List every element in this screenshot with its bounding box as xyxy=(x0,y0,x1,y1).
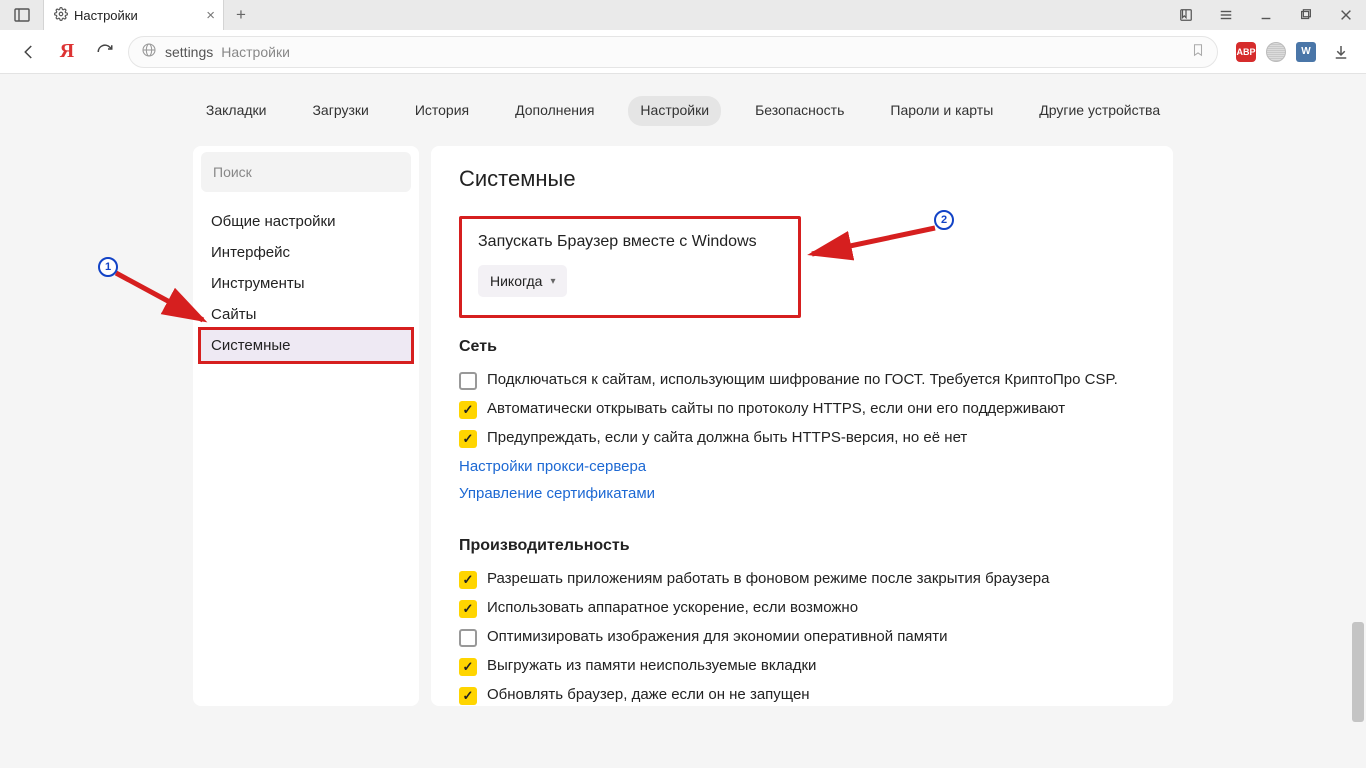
sidebar-item-interface[interactable]: Интерфейс xyxy=(201,237,411,268)
settings-sidebar: Поиск Общие настройки Интерфейс Инструме… xyxy=(193,146,419,706)
browser-toolbar: Я settings Настройки ABP W xyxy=(0,30,1366,74)
annotation-arrow-2 xyxy=(800,222,950,272)
nav-settings[interactable]: Настройки xyxy=(628,96,721,126)
checkbox-checked-icon[interactable] xyxy=(459,430,477,448)
bookmark-icon[interactable] xyxy=(1191,43,1205,60)
annotation-badge-1: 1 xyxy=(98,257,118,277)
boot-dropdown[interactable]: Никогда ▾ xyxy=(478,265,567,297)
performance-heading: Производительность xyxy=(459,537,1145,555)
checkbox-checked-icon[interactable] xyxy=(459,401,477,419)
perf-option-bg-apps[interactable]: Разрешать приложениям работать в фоновом… xyxy=(459,565,1145,594)
perf-option-auto-update[interactable]: Обновлять браузер, даже если он не запущ… xyxy=(459,681,1145,706)
window-controls xyxy=(1166,0,1366,30)
boot-with-windows-section: Запускать Браузер вместе с Windows Никог… xyxy=(459,216,801,318)
gear-icon xyxy=(54,7,68,24)
address-bar[interactable]: settings Настройки xyxy=(128,36,1218,68)
new-tab-button[interactable]: + xyxy=(224,0,258,30)
window-close-button[interactable] xyxy=(1326,0,1366,30)
annotation-badge-2: 2 xyxy=(934,210,954,230)
translate-icon[interactable] xyxy=(1266,42,1286,62)
yandex-logo[interactable]: Я xyxy=(52,37,82,67)
window-maximize-button[interactable] xyxy=(1286,0,1326,30)
checkbox-checked-icon[interactable] xyxy=(459,687,477,705)
search-input[interactable]: Поиск xyxy=(201,152,411,192)
close-tab-button[interactable]: × xyxy=(206,7,215,24)
settings-main: Поиск Общие настройки Интерфейс Инструме… xyxy=(0,126,1366,706)
window-minimize-button[interactable] xyxy=(1246,0,1286,30)
chevron-down-icon: ▾ xyxy=(550,276,555,287)
address-page: Настройки xyxy=(221,44,290,60)
checkbox-checked-icon[interactable] xyxy=(459,658,477,676)
network-option-gost[interactable]: Подключаться к сайтам, использующим шифр… xyxy=(459,366,1145,395)
certificates-link[interactable]: Управление сертификатами xyxy=(459,480,1145,507)
nav-history[interactable]: История xyxy=(403,96,481,126)
sidebar-item-general[interactable]: Общие настройки xyxy=(201,206,411,237)
perf-option-hw-accel[interactable]: Использовать аппаратное ускорение, если … xyxy=(459,594,1145,623)
nav-passwords[interactable]: Пароли и карты xyxy=(878,96,1005,126)
nav-addons[interactable]: Дополнения xyxy=(503,96,606,126)
sidebar-item-system[interactable]: Системные xyxy=(201,330,411,361)
extension-icons: ABP W xyxy=(1226,37,1356,67)
titlebar: Настройки × + xyxy=(0,0,1366,30)
network-option-https-warn[interactable]: Предупреждать, если у сайта должна быть … xyxy=(459,424,1145,453)
nav-security[interactable]: Безопасность xyxy=(743,96,856,126)
tab-title: Настройки xyxy=(74,8,138,23)
address-prefix: settings xyxy=(165,44,213,60)
sidebar-item-sites[interactable]: Сайты xyxy=(201,299,411,330)
page-scrollbar[interactable] xyxy=(1352,622,1364,722)
panel-toggle-button[interactable] xyxy=(0,0,44,30)
nav-downloads[interactable]: Загрузки xyxy=(300,96,380,126)
checkbox-unchecked-icon[interactable] xyxy=(459,372,477,390)
proxy-settings-link[interactable]: Настройки прокси-сервера xyxy=(459,453,1145,480)
adblock-icon[interactable]: ABP xyxy=(1236,42,1256,62)
search-placeholder: Поиск xyxy=(213,164,252,180)
back-button[interactable] xyxy=(14,37,44,67)
bookmarks-bar-button[interactable] xyxy=(1166,0,1206,30)
boot-dropdown-value: Никогда xyxy=(490,273,542,289)
checkbox-unchecked-icon[interactable] xyxy=(459,629,477,647)
sidebar-item-tools[interactable]: Инструменты xyxy=(201,268,411,299)
page-title: Системные xyxy=(459,166,1145,192)
network-heading: Сеть xyxy=(459,338,1145,356)
downloads-button[interactable] xyxy=(1326,37,1356,67)
nav-devices[interactable]: Другие устройства xyxy=(1027,96,1172,126)
perf-option-img-optimize[interactable]: Оптимизировать изображения для экономии … xyxy=(459,623,1145,652)
checkbox-checked-icon[interactable] xyxy=(459,600,477,618)
boot-title: Запускать Браузер вместе с Windows xyxy=(478,233,782,251)
globe-icon xyxy=(141,42,157,61)
reload-button[interactable] xyxy=(90,37,120,67)
browser-tab[interactable]: Настройки × xyxy=(44,0,224,30)
settings-nav: Закладки Загрузки История Дополнения Нас… xyxy=(0,74,1366,126)
nav-bookmarks[interactable]: Закладки xyxy=(194,96,279,126)
checkbox-checked-icon[interactable] xyxy=(459,571,477,589)
vk-icon[interactable]: W xyxy=(1296,42,1316,62)
annotation-arrow-1 xyxy=(108,265,218,335)
perf-option-unload-tabs[interactable]: Выгружать из памяти неиспользуемые вклад… xyxy=(459,652,1145,681)
network-option-https-auto[interactable]: Автоматически открывать сайты по протоко… xyxy=(459,395,1145,424)
menu-button[interactable] xyxy=(1206,0,1246,30)
